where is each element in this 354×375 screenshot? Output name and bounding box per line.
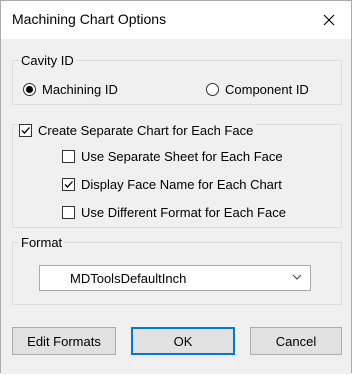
cavity-id-group: Cavity ID [12,53,342,105]
close-icon [323,14,335,26]
checkbox-create-separate-chart[interactable]: Create Separate Chart for Each Face [19,123,257,138]
cavity-id-legend: Cavity ID [21,53,74,68]
radio-button[interactable] [23,83,36,96]
checkbox-separate-sheet[interactable]: Use Separate Sheet for Each Face [62,149,283,164]
checkbox[interactable] [19,124,32,137]
create-separate-chart-label: Create Separate Chart for Each Face [38,123,254,138]
checkbox[interactable] [62,150,75,163]
checkbox[interactable] [62,178,75,191]
different-format-label: Use Different Format for Each Face [81,205,286,220]
checkbox-different-format[interactable]: Use Different Format for Each Face [62,205,286,220]
cancel-button[interactable]: Cancel [250,327,342,355]
dialog-body: Cavity ID Machining ID Component ID Crea… [1,39,351,374]
checkmark-icon [21,127,30,134]
machining-chart-options-dialog: Machining Chart Options Cavity ID Machin… [0,0,352,374]
separate-sheet-label: Use Separate Sheet for Each Face [81,149,283,164]
title-bar: Machining Chart Options [1,1,351,39]
radio-button[interactable] [206,83,219,96]
checkbox-display-face-name[interactable]: Display Face Name for Each Chart [62,177,282,192]
dialog-title: Machining Chart Options [12,11,167,27]
radio-machining-id[interactable]: Machining ID [23,82,118,97]
chevron-down-icon [292,274,302,280]
display-face-name-label: Display Face Name for Each Chart [81,177,282,192]
format-legend: Format [21,235,63,250]
radio-machining-id-label: Machining ID [42,82,118,97]
format-dropdown[interactable]: MDToolsDefaultInch [39,265,311,291]
checkbox[interactable] [62,206,75,219]
edit-formats-button[interactable]: Edit Formats [12,327,116,355]
radio-component-id-label: Component ID [225,82,309,97]
ok-button[interactable]: OK [131,327,235,355]
format-selected-value: MDToolsDefaultInch [70,271,187,286]
radio-component-id[interactable]: Component ID [206,82,309,97]
checkmark-icon [64,181,73,188]
close-button[interactable] [307,1,351,39]
